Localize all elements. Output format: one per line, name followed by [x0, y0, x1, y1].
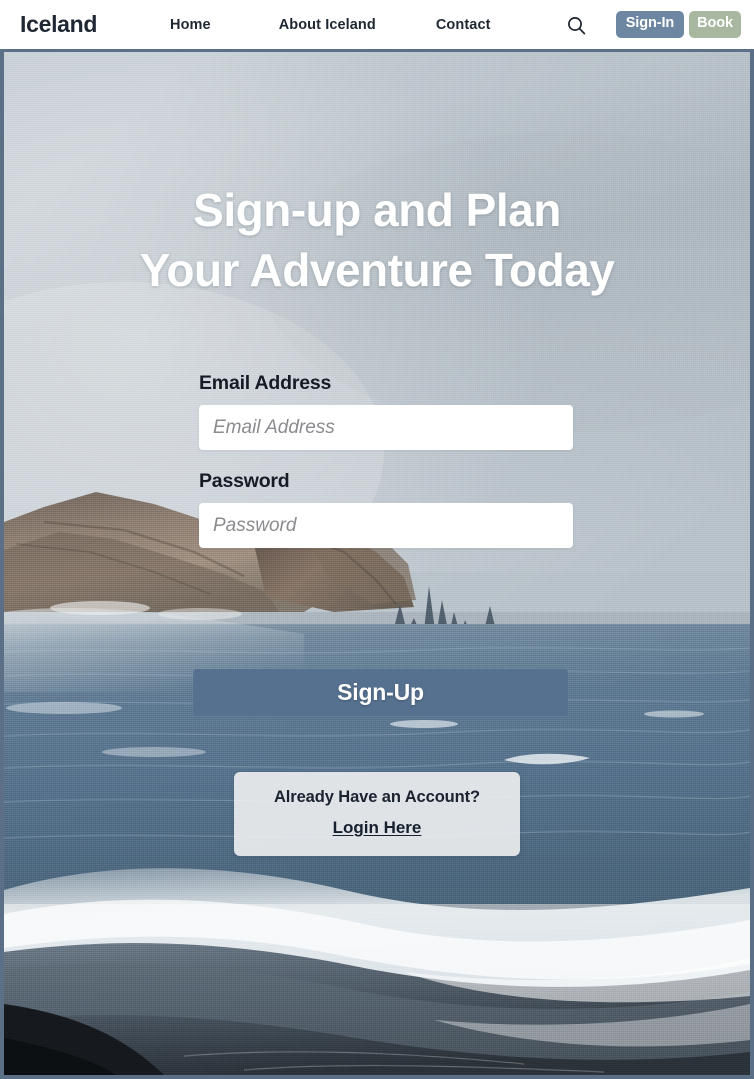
hero-section: Sign-up and Plan Your Adventure Today Em…	[4, 52, 750, 1075]
password-input[interactable]	[199, 503, 573, 548]
hero-content: Sign-up and Plan Your Adventure Today Em…	[4, 52, 750, 1075]
nav-link-contact[interactable]: Contact	[436, 17, 491, 33]
login-here-link[interactable]: Login Here	[333, 818, 422, 838]
email-field-label: Email Address	[199, 372, 332, 394]
header-actions: Sign-In Book	[615, 11, 741, 38]
sign-in-button[interactable]: Sign-In	[615, 11, 685, 38]
search-icon	[568, 17, 586, 35]
book-button[interactable]: Book	[689, 11, 741, 38]
signup-form: Email Address Password Sign-Up	[193, 372, 573, 716]
nav-link-home[interactable]: Home	[170, 17, 211, 33]
brand-logo[interactable]: Iceland	[20, 11, 97, 38]
site-header: Iceland Home About Iceland Contact Sign-…	[0, 0, 754, 52]
search-button[interactable]	[566, 15, 587, 36]
headline-line-2: Your Adventure Today	[139, 244, 615, 296]
form-spacer	[199, 450, 573, 470]
headline-line-1: Sign-up and Plan	[193, 184, 561, 236]
sign-up-submit-button[interactable]: Sign-Up	[193, 669, 568, 716]
page-title: Sign-up and Plan Your Adventure Today	[4, 180, 750, 300]
existing-account-card: Already Have an Account? Login Here	[234, 772, 520, 856]
nav-link-about-iceland[interactable]: About Iceland	[279, 17, 376, 33]
page-root: Iceland Home About Iceland Contact Sign-…	[0, 0, 754, 1079]
password-field-label: Password	[199, 470, 290, 492]
primary-navigation: Home About Iceland Contact	[170, 17, 491, 33]
email-input[interactable]	[199, 405, 573, 450]
existing-account-question: Already Have an Account?	[273, 788, 481, 806]
